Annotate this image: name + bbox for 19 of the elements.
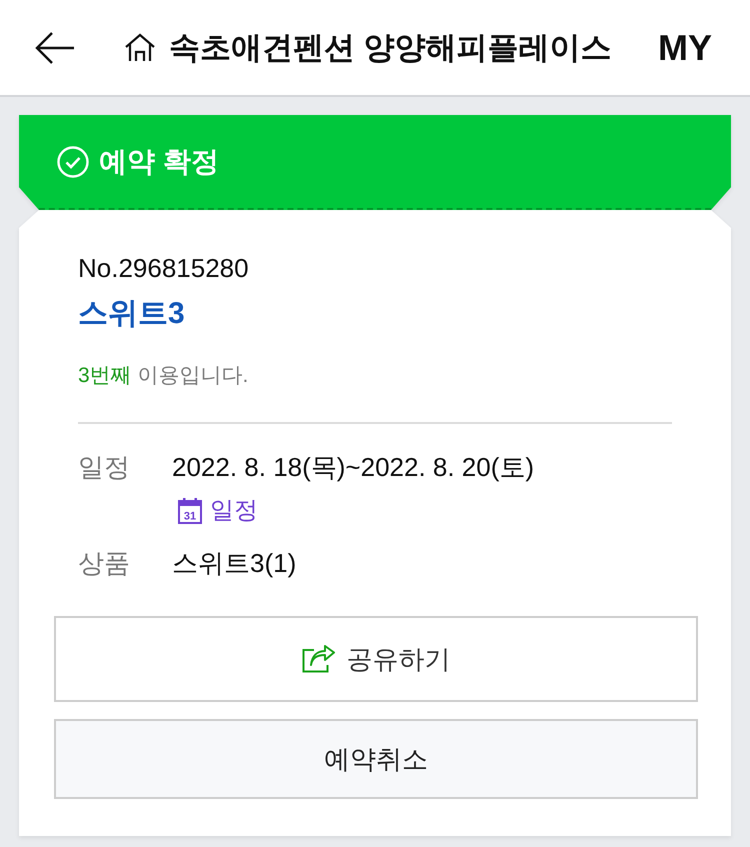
share-button[interactable]: 공유하기 [54,616,698,702]
detail-value: 2022. 8. 18(목)~2022. 8. 20(토) [172,451,534,484]
visit-note: 3번째 이용입니다. [78,363,250,389]
share-icon [302,645,334,673]
home-icon[interactable] [124,33,156,62]
status-label: 예약 확정 [99,144,219,178]
calendar-icon: 31 [178,498,202,524]
back-button[interactable] [35,32,75,64]
detail-label: 상품 [78,547,131,580]
cancel-booking-button[interactable]: 예약취소 [54,719,698,799]
detail-value: 스위트3(1) [172,547,296,580]
check-circle-icon [57,146,89,178]
back-arrow-icon [35,32,75,64]
calendar-link[interactable]: 31 일정 [178,495,258,527]
booking-number: No.296815280 [78,252,250,285]
my-page-link[interactable]: MY [658,26,712,68]
detail-label: 일정 [78,451,131,484]
page-title: 속초애견펜션 양양해피플레이스 [169,28,612,66]
room-name: 스위트3 [78,296,186,332]
